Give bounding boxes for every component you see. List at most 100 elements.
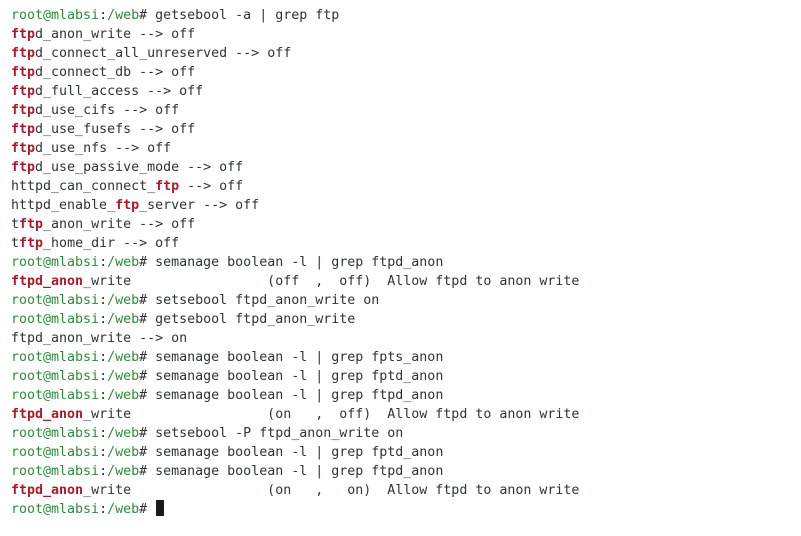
- prompt-symbol: #: [139, 293, 156, 308]
- output-line: ftpd_full_access --> off: [11, 82, 801, 101]
- prompt-line: root@mlabsi:/web# getsebool ftpd_anon_wr…: [11, 310, 801, 329]
- prompt-symbol: #: [139, 464, 156, 479]
- match-highlight: ftp: [11, 103, 36, 118]
- output-text: _write (on , on) Allow ftpd to anon writ…: [83, 483, 580, 498]
- output-line: ftpd_anon_write --> off: [11, 25, 801, 44]
- match-highlight: ftp: [11, 122, 36, 137]
- prompt-symbol: #: [139, 502, 156, 517]
- prompt-user-host: root@mlabsi: [11, 8, 100, 23]
- output-text: _home_dir --> off: [43, 236, 180, 251]
- prompt-user-host: root@mlabsi: [11, 426, 100, 441]
- prompt-path: /web: [107, 350, 140, 365]
- output-text: _write (on , off) Allow ftpd to anon wri…: [83, 407, 580, 422]
- command-text: semanage boolean -l | grep ftpd_anon: [155, 255, 444, 270]
- prompt-symbol: #: [139, 312, 156, 327]
- output-text: _write (off , off) Allow ftpd to anon wr…: [83, 274, 580, 289]
- output-line: ftpd_use_passive_mode --> off: [11, 158, 801, 177]
- output-text: d_use_nfs --> off: [35, 141, 172, 156]
- command-text: getsebool -a | grep ftp: [155, 8, 340, 23]
- prompt-separator: :: [99, 502, 108, 517]
- terminal-window[interactable]: root@mlabsi:/web# getsebool -a | grep ft…: [0, 0, 801, 536]
- prompt-symbol: #: [139, 369, 156, 384]
- prompt-path: /web: [107, 293, 140, 308]
- match-highlight: ftp: [11, 46, 36, 61]
- output-line: ftpd_use_cifs --> off: [11, 101, 801, 120]
- prompt-separator: :: [99, 8, 108, 23]
- command-text: semanage boolean -l | grep fptd_anon: [155, 445, 444, 460]
- prompt-path: /web: [107, 502, 140, 517]
- prompt-path: /web: [107, 388, 140, 403]
- output-text: ftpd_anon_write --> on: [11, 331, 188, 346]
- prompt-user-host: root@mlabsi: [11, 445, 100, 460]
- match-highlight: ftpd_anon: [11, 483, 84, 498]
- prompt-line: root@mlabsi:/web# setsebool ftpd_anon_wr…: [11, 291, 801, 310]
- output-line: ftpd_connect_db --> off: [11, 63, 801, 82]
- match-highlight: ftpd_anon: [11, 407, 84, 422]
- output-line: httpd_can_connect_ftp --> off: [11, 177, 801, 196]
- prompt-path: /web: [107, 464, 140, 479]
- command-text: semanage boolean -l | grep ftpd_anon: [155, 464, 444, 479]
- match-highlight: ftpd_anon: [11, 274, 84, 289]
- output-line: ftpd_anon_write (on , on) Allow ftpd to …: [11, 481, 801, 500]
- prompt-separator: :: [99, 445, 108, 460]
- prompt-line: root@mlabsi:/web#: [11, 500, 801, 519]
- output-line: ftpd_connect_all_unreserved --> off: [11, 44, 801, 63]
- match-highlight: ftp: [155, 179, 180, 194]
- match-highlight: ftp: [11, 160, 36, 175]
- output-text: _server --> off: [139, 198, 260, 213]
- prompt-separator: :: [99, 369, 108, 384]
- prompt-user-host: root@mlabsi: [11, 350, 100, 365]
- match-highlight: ftp: [115, 198, 140, 213]
- prompt-user-host: root@mlabsi: [11, 293, 100, 308]
- prompt-path: /web: [107, 255, 140, 270]
- output-text: d_use_cifs --> off: [35, 103, 180, 118]
- prompt-path: /web: [107, 369, 140, 384]
- output-text: d_use_passive_mode --> off: [35, 160, 244, 175]
- command-text: semanage boolean -l | grep fpts_anon: [155, 350, 444, 365]
- output-line: ftpd_anon_write (off , off) Allow ftpd t…: [11, 272, 801, 291]
- prompt-user-host: root@mlabsi: [11, 255, 100, 270]
- output-text: httpd_can_connect_: [11, 179, 156, 194]
- prompt-separator: :: [99, 312, 108, 327]
- prompt-line: root@mlabsi:/web# getsebool -a | grep ft…: [11, 6, 801, 25]
- prompt-path: /web: [107, 8, 140, 23]
- output-text: --> off: [179, 179, 244, 194]
- output-line: ftpd_use_fusefs --> off: [11, 120, 801, 139]
- output-text: d_full_access --> off: [35, 84, 204, 99]
- output-line: tftp_anon_write --> off: [11, 215, 801, 234]
- prompt-line: root@mlabsi:/web# semanage boolean -l | …: [11, 443, 801, 462]
- prompt-line: root@mlabsi:/web# setsebool -P ftpd_anon…: [11, 424, 801, 443]
- output-text: d_anon_write --> off: [35, 27, 196, 42]
- command-text: getsebool ftpd_anon_write: [155, 312, 356, 327]
- command-text: semanage boolean -l | grep ftpd_anon: [155, 388, 444, 403]
- output-text: d_connect_db --> off: [35, 65, 196, 80]
- prompt-user-host: root@mlabsi: [11, 502, 100, 517]
- command-text: setsebool -P ftpd_anon_write on: [155, 426, 404, 441]
- match-highlight: ftp: [11, 27, 36, 42]
- prompt-separator: :: [99, 350, 108, 365]
- prompt-symbol: #: [139, 388, 156, 403]
- prompt-path: /web: [107, 312, 140, 327]
- command-text: semanage boolean -l | grep fptd_anon: [155, 369, 444, 384]
- prompt-separator: :: [99, 255, 108, 270]
- output-line: tftp_home_dir --> off: [11, 234, 801, 253]
- prompt-path: /web: [107, 426, 140, 441]
- output-line: ftpd_anon_write --> on: [11, 329, 801, 348]
- prompt-symbol: #: [139, 426, 156, 441]
- match-highlight: ftp: [19, 236, 44, 251]
- prompt-user-host: root@mlabsi: [11, 388, 100, 403]
- prompt-separator: :: [99, 293, 108, 308]
- prompt-user-host: root@mlabsi: [11, 464, 100, 479]
- match-highlight: ftp: [11, 84, 36, 99]
- prompt-line: root@mlabsi:/web# semanage boolean -l | …: [11, 386, 801, 405]
- output-line: httpd_enable_ftp_server --> off: [11, 196, 801, 215]
- output-text: d_connect_all_unreserved --> off: [35, 46, 292, 61]
- match-highlight: ftp: [11, 65, 36, 80]
- prompt-symbol: #: [139, 445, 156, 460]
- prompt-symbol: #: [139, 350, 156, 365]
- prompt-user-host: root@mlabsi: [11, 312, 100, 327]
- prompt-line: root@mlabsi:/web# semanage boolean -l | …: [11, 462, 801, 481]
- match-highlight: ftp: [19, 217, 44, 232]
- prompt-separator: :: [99, 426, 108, 441]
- prompt-separator: :: [99, 388, 108, 403]
